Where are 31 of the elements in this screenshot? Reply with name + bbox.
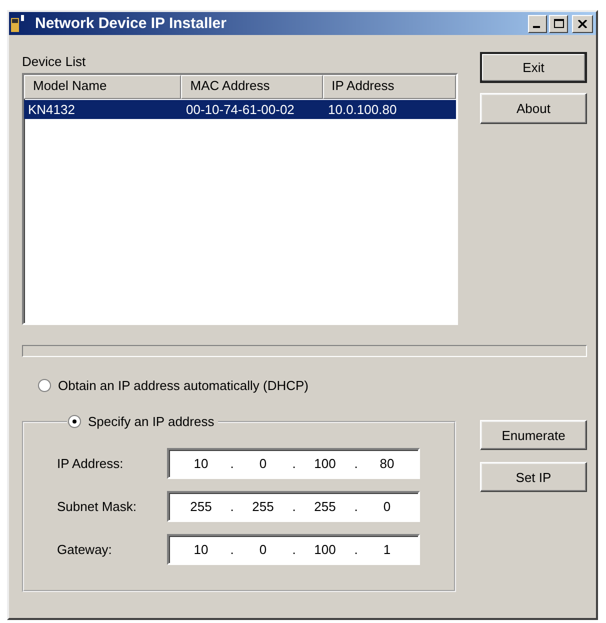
table-cell-text: 10.0.100.80 [327, 101, 398, 119]
device-row[interactable]: KN4132 00-10-74-61-00-02 10.0.100.80 [24, 100, 456, 119]
radio-option[interactable]: Specify an IP address [68, 413, 214, 429]
enumerate-button[interactable]: Enumerate [480, 420, 587, 450]
device-list-label: Device List [22, 54, 86, 70]
maximize-icon [554, 19, 564, 28]
field-label: IP Address: [57, 456, 124, 470]
radio-button-icon[interactable] [38, 378, 51, 392]
exit-button[interactable]: Exit [480, 52, 587, 83]
column-header[interactable]: MAC Address [181, 75, 323, 99]
minimize-icon [533, 26, 540, 28]
about-button[interactable]: About [480, 93, 587, 124]
field-label: Subnet Mask: [57, 498, 138, 514]
close-button[interactable] [572, 14, 593, 32]
radio-option[interactable]: Obtain an IP address automatically (DHCP) [38, 377, 308, 393]
radio-button-icon[interactable] [68, 414, 81, 428]
window-title: Network Device IP Installer [35, 15, 228, 32]
ip-address-field[interactable]: 255 . 255 . 255 . 0 [167, 490, 420, 522]
column-header[interactable]: IP Address [322, 75, 456, 99]
close-icon [578, 20, 587, 28]
minimize-button[interactable] [528, 14, 547, 32]
column-header[interactable]: Model Name [24, 75, 182, 99]
maximize-button[interactable] [549, 14, 568, 32]
ip-address-field[interactable]: 10 . 0 . 100 . 1 [167, 534, 420, 564]
table-cell-text: KN4132 [27, 101, 76, 119]
ip-address-field[interactable]: 10 . 0 . 100 . 80 [167, 448, 420, 478]
app-icon [11, 15, 24, 32]
field-label: Gateway: [57, 542, 113, 556]
device-list[interactable]: Model Name MAC Address IP Address KN4132 00-10-74-61-00-02 10.0.100.80 [22, 73, 458, 325]
table-cell-text: 00-10-74-61-00-02 [185, 101, 296, 119]
set-ip-button[interactable]: Set IP [480, 462, 587, 492]
